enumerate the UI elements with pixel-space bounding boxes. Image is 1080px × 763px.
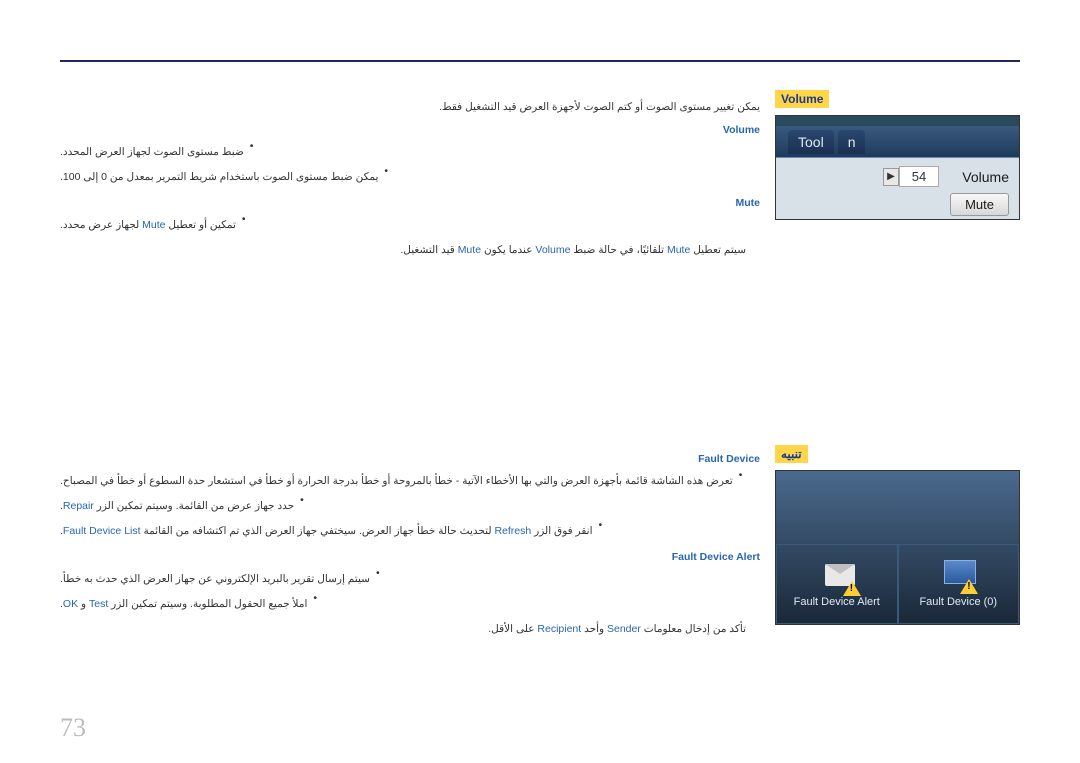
fault-device-cell[interactable]: Fault Device (0) [898, 544, 1020, 624]
sidebar-section-alert: تنبيه Fault Device (0) Fault Device Aler… [775, 445, 1020, 625]
label-mute: Mute [60, 197, 760, 209]
section-title-volume: Volume [775, 90, 829, 108]
volume-label: Volume [939, 169, 1009, 185]
text: عندما يكون [481, 244, 535, 256]
inline-test: Test [89, 598, 108, 610]
text: سيتم تعطيل [690, 244, 746, 256]
volume-value[interactable]: 54 [899, 166, 939, 187]
text: املأ جميع الحقول المطلوبة. وسيتم تمكين ا… [108, 598, 307, 610]
fd-bullet-2: حدد جهاز عرض من القائمة. وسيتم تمكين الز… [60, 498, 294, 515]
volume-row: Volume 54 ▶ [786, 166, 1009, 187]
inline-sender: Sender [607, 623, 641, 635]
text: وأحد [581, 623, 607, 635]
bullet-icon: • [376, 567, 380, 592]
section-title-alert: تنبيه [775, 445, 808, 463]
bullet-icon: • [599, 519, 603, 544]
fault-device-alert-cell[interactable]: Fault Device Alert [776, 544, 898, 624]
mute-button[interactable]: Mute [950, 193, 1009, 216]
warning-triangle-icon [960, 579, 978, 594]
mute-bullet-2: سيتم تعطيل Mute تلقائيًا، في حالة ضبط Vo… [60, 242, 760, 259]
fault-alert-icon [819, 560, 855, 592]
text: قيد التشغيل. [400, 244, 457, 256]
fda-bullet-1: سيتم إرسال تقرير بالبريد الإلكتروني عن ج… [60, 571, 370, 588]
inline-repair: Repair [63, 500, 94, 512]
tab-tool[interactable]: Tool [788, 130, 834, 154]
content-alert: Fault Device • تعرض هذه الشاشة قائمة بأجه… [60, 445, 760, 642]
label-fault-device: Fault Device [60, 453, 760, 465]
mute-row: Mute [786, 193, 1009, 216]
text: لتحديث حالة خطأ جهاز العرض. سيختفي جهاز … [141, 525, 495, 537]
text: لجهاز عرض محدد. [60, 219, 142, 231]
fd-bullet-3: انقر فوق الزر Refresh لتحديث حالة خطأ جه… [60, 523, 593, 540]
fault-device-label: Fault Device (0) [919, 596, 997, 608]
inline-mute: Mute [458, 244, 481, 256]
text: و [78, 598, 89, 610]
text: حدد جهاز عرض من القائمة. وسيتم تمكين الز… [94, 500, 294, 512]
bullet-icon: • [384, 165, 388, 190]
fault-alert-label: Fault Device Alert [794, 596, 880, 608]
bullet-icon: • [313, 592, 317, 617]
bullet-icon: • [739, 469, 743, 494]
mute-bullet-1: تمكين أو تعطيل Mute لجهاز عرض محدد. [60, 217, 236, 234]
inline-faultdevlist: Fault Device List [63, 525, 141, 537]
bullet-icon: • [250, 140, 254, 165]
content-volume: يمكن تغيير مستوى الصوت أو كتم الصوت لأجه… [60, 95, 760, 263]
text: على الأقل. [488, 623, 537, 635]
text: تمكين أو تعطيل [165, 219, 235, 231]
volume-panel-body: Volume 54 ▶ Mute [776, 158, 1019, 219]
label-volume: Volume [60, 124, 760, 136]
bullet-icon: • [242, 213, 246, 238]
intro-text: يمكن تغيير مستوى الصوت أو كتم الصوت لأجه… [60, 99, 760, 116]
bullet-icon: • [300, 494, 304, 519]
screenshot-volume-panel: n Tool Volume 54 ▶ Mute [775, 115, 1020, 220]
fda-bullet-3: تأكد من إدخال معلومات Sender وأحد Recipi… [60, 621, 760, 638]
inline-refresh: Refresh [494, 525, 531, 537]
text: تلقائيًا، في حالة ضبط [570, 244, 667, 256]
inline-mute: Mute [142, 219, 165, 231]
inline-recipient: Recipient [537, 623, 581, 635]
inline-volume: Volume [535, 244, 570, 256]
fd-bullet-1: تعرض هذه الشاشة قائمة بأجهزة العرض والتي… [60, 473, 733, 490]
header-divider [60, 60, 1020, 62]
screenshot-fault-panel: Fault Device (0) Fault Device Alert [775, 470, 1020, 625]
warning-triangle-icon [843, 581, 861, 596]
text: تأكد من إدخال معلومات [641, 623, 746, 635]
inline-mute: Mute [667, 244, 690, 256]
tab-partial[interactable]: n [838, 130, 866, 154]
fda-bullet-2: املأ جميع الحقول المطلوبة. وسيتم تمكين ا… [60, 596, 307, 613]
text: انقر فوق الزر [531, 525, 592, 537]
tabbar: n Tool [776, 126, 1019, 158]
volume-bullet-1: ضبط مستوى الصوت لجهاز العرض المحدد. [60, 144, 244, 161]
inline-ok: OK [63, 598, 78, 610]
page-number: 73 [60, 713, 86, 743]
page: Volume n Tool Volume 54 ▶ Mute يمكن تغيي… [0, 0, 1080, 763]
label-fault-device-alert: Fault Device Alert [60, 551, 760, 563]
sidebar-section-volume: Volume n Tool Volume 54 ▶ Mute [775, 90, 1020, 220]
volume-bullet-2: يمكن ضبط مستوى الصوت باستخدام شريط التمر… [60, 169, 378, 186]
volume-increment-button[interactable]: ▶ [883, 168, 899, 186]
fault-device-icon [940, 560, 976, 592]
